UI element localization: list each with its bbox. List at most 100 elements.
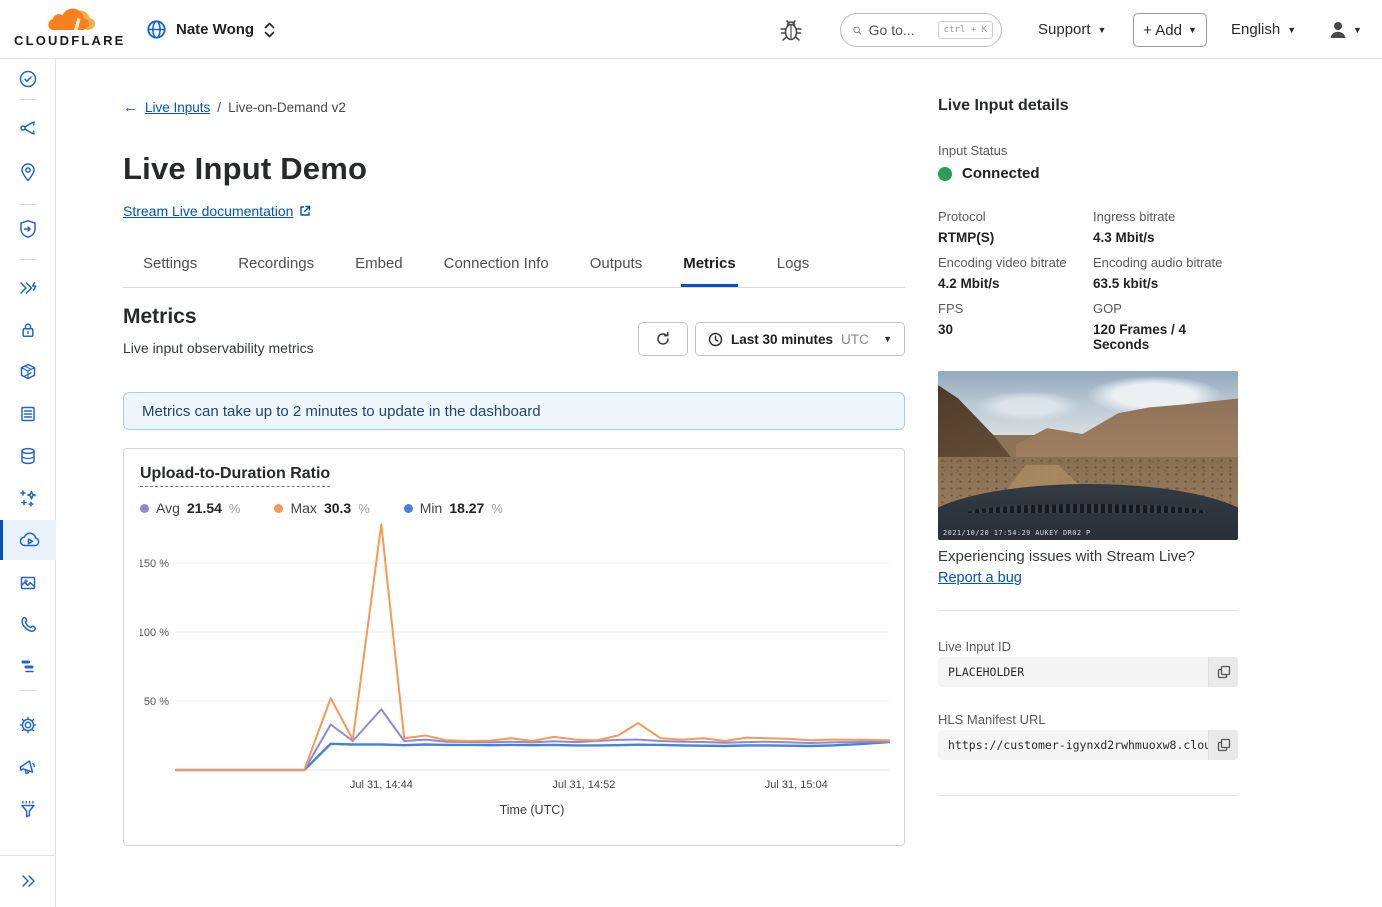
details-grid: Protocol RTMP(S) Ingress bitrate 4.3 Mbi… — [938, 209, 1238, 352]
input-status: Connected — [938, 165, 1040, 182]
user-avatar-icon — [1327, 19, 1349, 41]
sidebar-item-stream[interactable] — [0, 520, 56, 560]
sidebar-item-logs[interactable] — [0, 646, 56, 686]
copy-hls-url-button[interactable] — [1208, 730, 1238, 760]
breadcrumb-live-inputs-link[interactable]: Live Inputs — [145, 100, 210, 115]
sidebar-item-settings[interactable] — [0, 705, 56, 745]
top-header: CLOUDFLARE Nate Wong ctrl + K Support▼ +… — [0, 0, 1382, 59]
back-arrow-icon[interactable]: ← — [123, 99, 138, 116]
collapse-sidebar-button[interactable] — [0, 861, 56, 901]
location-pin-icon — [17, 161, 39, 183]
sidebar-item-history-clock[interactable] — [0, 59, 56, 99]
tab-metrics[interactable]: Metrics — [681, 243, 738, 287]
tab-embed[interactable]: Embed — [353, 243, 405, 287]
copy-icon — [1217, 738, 1231, 752]
sidebar-item-notifications[interactable] — [0, 747, 56, 787]
live-input-id-value: PLACEHOLDER — [938, 657, 1208, 687]
sidebar-item-database[interactable] — [0, 436, 56, 476]
images-icon — [17, 572, 39, 594]
chevron-down-icon: ▼ — [883, 334, 892, 344]
tab-outputs[interactable]: Outputs — [588, 243, 645, 287]
tab-logs[interactable]: Logs — [775, 243, 812, 287]
breadcrumb-separator: / — [217, 100, 221, 115]
cloudflare-logo[interactable]: CLOUDFLARE — [14, 4, 126, 54]
sidebar-divider — [19, 99, 37, 100]
lock-ssl-icon — [17, 319, 39, 341]
globe-icon — [146, 19, 167, 40]
ai-sparkles-icon — [17, 487, 39, 509]
sidebar-item-images[interactable] — [0, 563, 56, 603]
chart-legend: Avg 21.54 % Max 30.3 % Min 18.27 % — [140, 500, 888, 516]
live-preview-thumbnail[interactable]: 2021/10/20 17:54:29 AUKEY DR02 P — [938, 371, 1238, 540]
chevron-down-icon: ▼ — [1188, 25, 1197, 35]
tab-recordings[interactable]: Recordings — [236, 243, 316, 287]
copy-live-input-id-button[interactable] — [1208, 657, 1238, 687]
chevron-updown-icon — [263, 21, 276, 39]
logs-bars-icon — [17, 655, 39, 677]
legend-item-avg[interactable]: Avg 21.54 % — [140, 500, 240, 516]
sidebar-item-speed[interactable] — [0, 268, 56, 308]
page-title: Live Input Demo — [123, 151, 367, 187]
tab-connection-info[interactable]: Connection Info — [442, 243, 551, 287]
chevron-down-icon: ▼ — [1353, 25, 1362, 35]
support-menu[interactable]: Support▼ — [1038, 0, 1106, 59]
chevron-down-icon: ▼ — [1098, 25, 1107, 35]
sidebar-item-workers[interactable] — [0, 352, 56, 392]
sidebar-item-funnel[interactable] — [0, 789, 56, 829]
refresh-icon — [655, 331, 671, 347]
sidebar-item-ssl[interactable] — [0, 310, 56, 350]
svg-text:Jul 31, 14:52: Jul 31, 14:52 — [552, 779, 615, 791]
sidebar-item-ai[interactable] — [0, 478, 56, 518]
main-content: ← Live Inputs / Live-on-Demand v2 Live I… — [123, 59, 905, 907]
detail-protocol: Protocol RTMP(S) — [938, 209, 1093, 245]
refresh-button[interactable] — [638, 322, 688, 356]
detail-gop: GOP 120 Frames / 4 Seconds — [1093, 301, 1238, 352]
chart-plot-area: 50 %100 %150 %Jul 31, 14:44Jul 31, 14:52… — [140, 522, 888, 817]
sidebar-item-traffic[interactable] — [0, 108, 56, 148]
time-range-value: Last 30 minutes — [731, 332, 833, 347]
copy-icon — [1217, 665, 1231, 679]
cloudflare-wordmark: CLOUDFLARE — [14, 33, 126, 48]
global-search[interactable]: ctrl + K — [840, 13, 1002, 47]
line-chart: 50 %100 %150 %Jul 31, 14:44Jul 31, 14:52… — [140, 522, 890, 796]
issues-question: Experiencing issues with Stream Live? — [938, 548, 1195, 565]
add-button[interactable]: + Add▼ — [1133, 13, 1207, 47]
storage-server-icon — [17, 403, 39, 425]
external-link-icon — [299, 205, 311, 217]
details-heading: Live Input details — [938, 97, 1069, 115]
language-menu[interactable]: English▼ — [1231, 0, 1296, 59]
clock-icon — [708, 332, 723, 347]
svg-text:Jul 31, 14:44: Jul 31, 14:44 — [350, 779, 413, 791]
sidebar-item-calls[interactable] — [0, 604, 56, 644]
shield-security-icon — [17, 218, 39, 240]
account-switcher[interactable]: Nate Wong — [146, 0, 276, 59]
timezone-label: UTC — [841, 332, 869, 347]
sidebar-item-storage[interactable] — [0, 394, 56, 434]
svg-text:150 %: 150 % — [140, 558, 169, 570]
avg-legend-dot — [140, 504, 149, 513]
sidebar-separator — [0, 855, 56, 856]
search-shortcut-badge: ctrl + K — [938, 21, 993, 39]
svg-text:50 %: 50 % — [144, 696, 169, 708]
calls-phone-icon — [17, 613, 39, 635]
account-name: Nate Wong — [176, 21, 254, 38]
sidebar-item-location[interactable] — [0, 152, 56, 192]
live-input-id-label: Live Input ID — [938, 639, 1011, 654]
legend-item-min[interactable]: Min 18.27 % — [404, 500, 503, 516]
panel-divider — [938, 795, 1238, 796]
sidebar-divider — [19, 690, 37, 691]
workers-cube-icon — [17, 361, 39, 383]
search-input[interactable] — [869, 22, 931, 38]
time-range-dropdown[interactable]: Last 30 minutes UTC ▼ — [695, 322, 905, 356]
legend-item-max[interactable]: Max 30.3 % — [274, 500, 369, 516]
speed-icon — [17, 277, 39, 299]
bug-report-icon[interactable] — [778, 16, 804, 44]
user-menu[interactable]: ▼ — [1327, 0, 1362, 59]
sidebar-item-security[interactable] — [0, 209, 56, 249]
tab-settings[interactable]: Settings — [141, 243, 199, 287]
history-clock-icon — [17, 68, 39, 90]
max-legend-dot — [274, 504, 283, 513]
breadcrumb-current: Live-on-Demand v2 — [228, 100, 346, 115]
report-bug-link[interactable]: Report a bug — [938, 570, 1022, 586]
stream-docs-link[interactable]: Stream Live documentation — [123, 203, 311, 219]
